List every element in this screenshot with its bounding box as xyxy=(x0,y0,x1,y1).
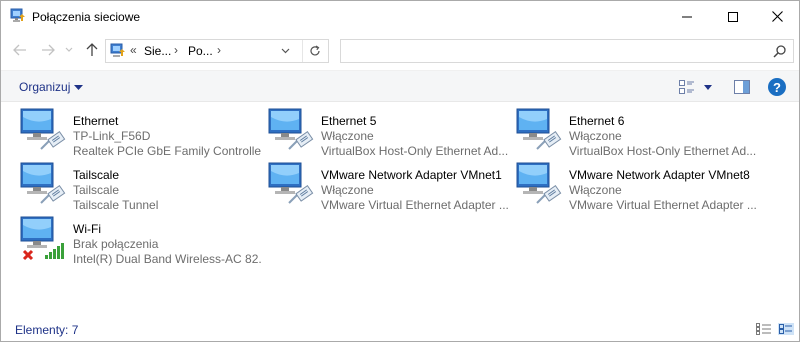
forward-button[interactable] xyxy=(38,40,58,60)
ethernet-adapter-icon xyxy=(516,162,562,204)
connection-item[interactable]: Ethernet TP-Link_F56D Realtek PCIe GbE Fam… xyxy=(19,105,261,158)
minimize-icon xyxy=(682,16,692,17)
connections-list: Ethernet TP-Link_F56D Realtek PCIe GbE Fam… xyxy=(1,102,799,314)
help-icon[interactable]: ? xyxy=(768,78,786,96)
command-bar: Organizuj ? xyxy=(1,70,799,102)
back-arrow-icon xyxy=(13,44,26,56)
connection-name: VMware Network Adapter VMnet1 xyxy=(321,168,502,182)
connection-item[interactable]: Tailscale Tailscale Tailscale Tunnel xyxy=(19,159,259,212)
connection-status: Włączone xyxy=(569,129,622,143)
connection-name: Tailscale xyxy=(73,168,120,182)
title-bar[interactable]: Połączenia sieciowe xyxy=(1,1,799,32)
connection-device: VirtualBox Host-Only Ethernet Ad... xyxy=(321,144,509,158)
ethernet-adapter-icon xyxy=(20,162,66,204)
maximize-icon xyxy=(728,11,738,22)
item-count: Elementy: 7 xyxy=(15,323,79,337)
connection-status: Brak połączenia xyxy=(73,237,159,251)
connection-device: VirtualBox Host-Only Ethernet Ad... xyxy=(569,144,757,158)
breadcrumb-separator-icon[interactable]: › xyxy=(217,43,221,57)
connection-name: Ethernet xyxy=(73,114,119,128)
chevron-down-icon xyxy=(281,48,289,54)
change-view-icon[interactable] xyxy=(679,80,695,94)
ethernet-adapter-icon xyxy=(516,108,562,150)
close-button[interactable] xyxy=(754,1,800,32)
organize-button[interactable]: Organizuj xyxy=(19,80,70,94)
connection-device: VMware Virtual Ethernet Adapter ... xyxy=(321,198,509,212)
connection-status: Włączone xyxy=(321,183,374,197)
organize-dropdown-icon[interactable] xyxy=(74,85,83,90)
connection-name: VMware Network Adapter VMnet8 xyxy=(569,168,750,182)
ethernet-adapter-icon xyxy=(268,108,314,150)
search-box[interactable] xyxy=(340,39,794,63)
connection-device: Realtek PCIe GbE Family Controller xyxy=(73,144,261,158)
network-connections-window: Połączenia sieciowe « Sie... › Po... › O… xyxy=(0,0,800,342)
network-connections-app-icon xyxy=(10,8,25,22)
connection-device: VMware Virtual Ethernet Adapter ... xyxy=(569,198,757,212)
chevron-down-icon xyxy=(65,47,73,52)
connection-name: Ethernet 6 xyxy=(569,114,625,128)
ethernet-adapter-icon xyxy=(268,162,314,204)
up-arrow-icon xyxy=(86,43,98,56)
connection-item[interactable]: Wi-Fi Brak połączenia Intel(R) Dual Band W… xyxy=(19,213,261,266)
view-dropdown-icon[interactable] xyxy=(704,85,712,90)
connection-device: Tailscale Tunnel xyxy=(73,198,159,212)
connection-name: Wi-Fi xyxy=(73,222,101,236)
up-button[interactable] xyxy=(82,40,102,60)
close-icon xyxy=(771,11,783,22)
status-bar: Elementy: 7 xyxy=(1,314,799,342)
connection-status: TP-Link_F56D xyxy=(73,129,151,143)
tiles-view-icon[interactable] xyxy=(778,323,794,335)
connection-device: Intel(R) Dual Band Wireless-AC 82... xyxy=(73,252,261,266)
breadcrumb-network[interactable]: Sie... xyxy=(144,44,171,58)
breadcrumb-connections[interactable]: Po... xyxy=(188,44,213,58)
navigation-bar: « Sie... › Po... › xyxy=(1,32,799,70)
network-folder-icon xyxy=(110,43,125,57)
minimize-button[interactable] xyxy=(664,1,710,32)
refresh-button[interactable] xyxy=(302,40,326,62)
connection-status: Włączone xyxy=(321,129,374,143)
connection-item[interactable]: VMware Network Adapter VMnet8 Włączone VMw… xyxy=(515,159,757,212)
preview-pane-icon[interactable] xyxy=(734,80,750,94)
wireless-adapter-icon xyxy=(20,216,64,261)
connection-item[interactable]: VMware Network Adapter VMnet1 Włączone VMw… xyxy=(267,159,509,212)
address-bar[interactable]: « Sie... › Po... › xyxy=(105,39,329,63)
recent-locations-button[interactable] xyxy=(62,40,76,60)
ethernet-adapter-icon xyxy=(20,108,66,150)
connection-status: Tailscale xyxy=(73,183,120,197)
search-icon xyxy=(773,45,786,58)
details-view-icon[interactable] xyxy=(756,323,772,335)
window-title: Połączenia sieciowe xyxy=(32,10,141,24)
connection-status: Włączone xyxy=(569,183,622,197)
breadcrumb-separator-icon[interactable]: › xyxy=(174,43,178,57)
connection-item[interactable]: Ethernet 6 Włączone VirtualBox Host-Only E… xyxy=(515,105,757,158)
connection-name: Ethernet 5 xyxy=(321,114,377,128)
refresh-icon xyxy=(309,45,320,56)
address-dropdown-button[interactable] xyxy=(274,40,296,62)
forward-arrow-icon xyxy=(42,44,55,56)
overflow-crumb[interactable]: « xyxy=(130,43,137,57)
connection-item[interactable]: Ethernet 5 Włączone VirtualBox Host-Only E… xyxy=(267,105,509,158)
maximize-button[interactable] xyxy=(710,1,756,32)
back-button[interactable] xyxy=(10,40,30,60)
